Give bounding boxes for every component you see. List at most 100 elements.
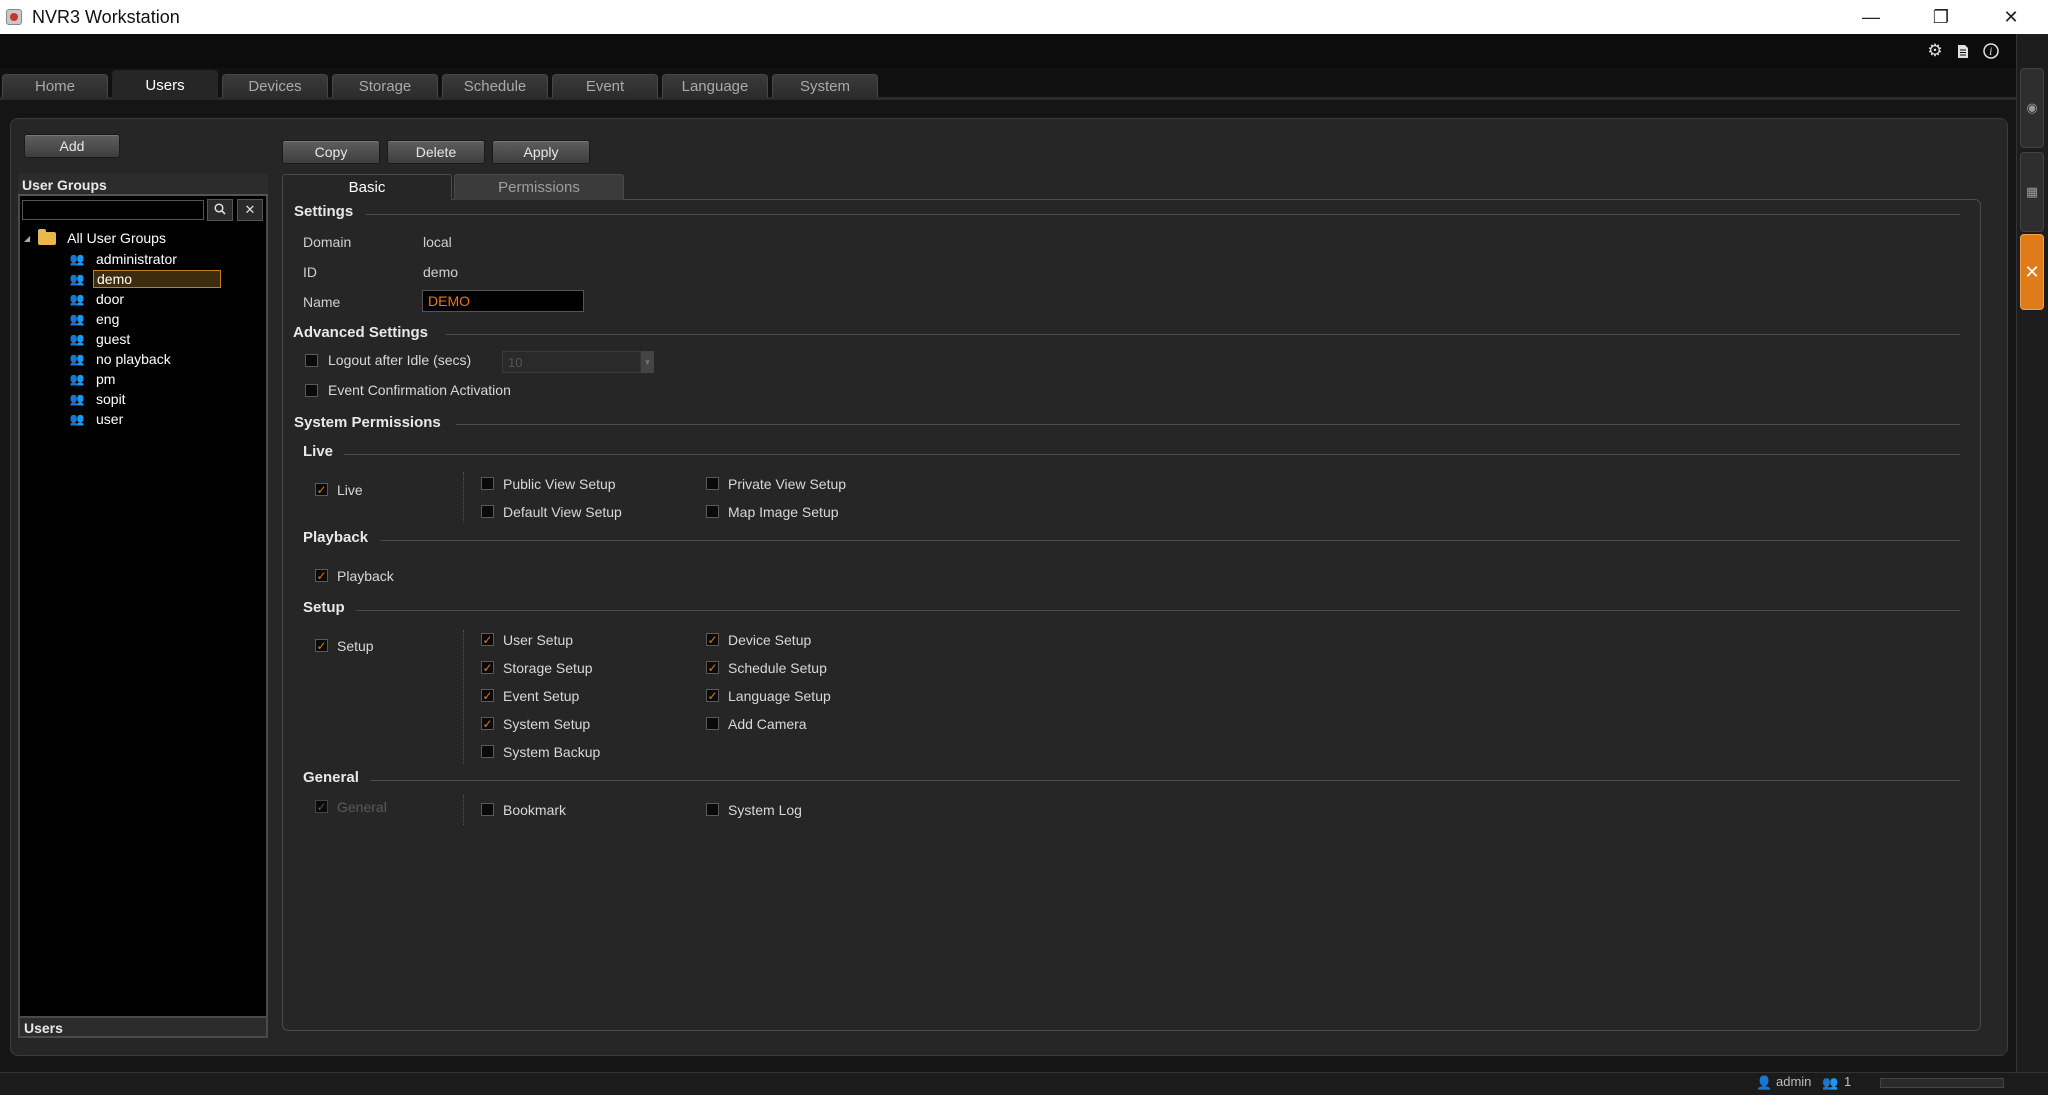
- close-button[interactable]: ✕: [1980, 0, 2042, 34]
- user-icon: 👤: [1756, 1075, 1773, 1090]
- system-setup-label: System Setup: [503, 716, 591, 732]
- tree-item-eng[interactable]: 👥 eng: [64, 309, 122, 329]
- playback-rail-button[interactable]: ▦: [2020, 152, 2044, 232]
- tree-item-demo[interactable]: 👥 demo: [64, 269, 221, 289]
- tree-item-door[interactable]: 👥 door: [64, 289, 127, 309]
- user-group-icon: 👥: [69, 352, 85, 366]
- storage-setup-label: Storage Setup: [503, 660, 593, 676]
- apply-button[interactable]: Apply: [492, 140, 590, 164]
- tab-language[interactable]: Language: [662, 74, 768, 98]
- tree-item-user[interactable]: 👥 user: [64, 409, 126, 429]
- system-backup-label: System Backup: [503, 744, 601, 760]
- users-footer[interactable]: Users: [18, 1016, 268, 1038]
- user-group-icon: 👥: [69, 292, 85, 306]
- tab-users[interactable]: Users: [112, 70, 218, 100]
- event-setup-label: Event Setup: [503, 688, 580, 704]
- event-confirmation-checkbox[interactable]: [305, 384, 318, 397]
- language-setup-checkbox[interactable]: ✓: [706, 689, 719, 702]
- tree-root-all-user-groups[interactable]: ◢ All User Groups: [24, 228, 169, 248]
- users-icon: 👥: [1822, 1075, 1839, 1090]
- tab-event[interactable]: Event: [552, 74, 658, 98]
- schedule-setup-checkbox[interactable]: ✓: [706, 661, 719, 674]
- tree-item-label: eng: [96, 311, 120, 327]
- user-setup-checkbox[interactable]: ✓: [481, 633, 494, 646]
- setup-rail-button[interactable]: ✕: [2020, 234, 2044, 310]
- minimize-button[interactable]: —: [1840, 0, 1902, 34]
- user-group-icon: 👥: [69, 412, 85, 426]
- info-icon[interactable]: i: [1980, 40, 2002, 62]
- copy-button[interactable]: Copy: [282, 140, 380, 164]
- system-log-checkbox[interactable]: [706, 803, 719, 816]
- tree-item-pm[interactable]: 👥 pm: [64, 369, 118, 389]
- tree-item-guest[interactable]: 👥 guest: [64, 329, 133, 349]
- document-icon[interactable]: [1952, 40, 1974, 62]
- vertical-separator: [463, 472, 464, 522]
- system-permissions-title: System Permissions: [294, 414, 441, 431]
- tree-item-administrator[interactable]: 👥 administrator: [64, 249, 180, 269]
- vertical-separator: [463, 630, 464, 764]
- tree-item-no-playback[interactable]: 👥 no playback: [64, 349, 174, 369]
- bookmark-checkbox[interactable]: [481, 803, 494, 816]
- clear-search-button[interactable]: ✕: [237, 199, 263, 221]
- subtab-permissions[interactable]: Permissions: [454, 174, 624, 200]
- device-setup-checkbox[interactable]: ✓: [706, 633, 719, 646]
- restore-button[interactable]: ❐: [1910, 0, 1972, 34]
- tab-schedule[interactable]: Schedule: [442, 74, 548, 98]
- domain-value: local: [423, 234, 452, 250]
- tree-expand-icon[interactable]: ◢: [24, 234, 30, 243]
- system-setup-checkbox[interactable]: ✓: [481, 717, 494, 730]
- film-icon: ▦: [2025, 184, 2039, 199]
- user-group-icon: 👥: [69, 252, 85, 266]
- public-view-setup-checkbox[interactable]: [481, 477, 494, 490]
- search-button[interactable]: [207, 199, 233, 221]
- live-title: Live: [303, 443, 334, 460]
- tree-item-label: user: [96, 411, 124, 427]
- subtab-basic[interactable]: Basic: [282, 174, 452, 200]
- divider: [344, 454, 1960, 455]
- playback-checkbox[interactable]: ✓: [315, 569, 328, 582]
- tree-item-sopit[interactable]: 👥 sopit: [64, 389, 129, 409]
- tree-item-label: no playback: [96, 351, 171, 367]
- gear-icon[interactable]: ⚙: [1924, 40, 1946, 62]
- tools-icon: ✕: [2024, 261, 2040, 282]
- live-view-rail-button[interactable]: ◉: [2020, 68, 2044, 148]
- id-label: ID: [303, 264, 317, 280]
- default-view-setup-checkbox[interactable]: [481, 505, 494, 518]
- event-confirmation-label: Event Confirmation Activation: [328, 382, 511, 398]
- add-button[interactable]: Add: [24, 134, 120, 158]
- eye-icon: ◉: [2026, 100, 2038, 115]
- map-image-setup-checkbox[interactable]: [706, 505, 719, 518]
- name-field[interactable]: [422, 290, 584, 312]
- window-title: NVR3 Workstation: [32, 7, 180, 27]
- settings-title: Settings: [294, 203, 354, 220]
- status-session-count: 1: [1844, 1074, 1852, 1089]
- bookmark-label: Bookmark: [503, 802, 567, 818]
- idle-seconds-field[interactable]: [502, 351, 654, 373]
- user-group-icon: 👥: [69, 372, 85, 386]
- tree-item-label: pm: [96, 371, 116, 387]
- delete-button[interactable]: Delete: [387, 140, 485, 164]
- tree-item-label: administrator: [96, 251, 177, 267]
- setup-checkbox[interactable]: ✓: [315, 639, 328, 652]
- live-checkbox[interactable]: ✓: [315, 483, 328, 496]
- tab-home[interactable]: Home: [2, 74, 108, 98]
- user-group-icon: 👥: [69, 272, 85, 286]
- storage-setup-checkbox[interactable]: ✓: [481, 661, 494, 674]
- tab-storage[interactable]: Storage: [332, 74, 438, 98]
- tab-system[interactable]: System: [772, 74, 878, 98]
- name-label: Name: [303, 294, 341, 310]
- tab-devices[interactable]: Devices: [222, 74, 328, 98]
- system-backup-checkbox[interactable]: [481, 745, 494, 758]
- divider: [446, 334, 1960, 335]
- add-camera-checkbox[interactable]: [706, 717, 719, 730]
- group-search-input[interactable]: [22, 200, 204, 220]
- idle-spinner-button[interactable]: ▾: [640, 351, 654, 373]
- public-view-setup-label: Public View Setup: [503, 476, 616, 492]
- event-setup-checkbox[interactable]: ✓: [481, 689, 494, 702]
- private-view-setup-checkbox[interactable]: [706, 477, 719, 490]
- playback-title: Playback: [303, 529, 369, 546]
- system-log-label: System Log: [728, 802, 802, 818]
- search-icon: [214, 202, 226, 218]
- logout-idle-checkbox[interactable]: [305, 354, 318, 367]
- header-strip: [0, 34, 2016, 68]
